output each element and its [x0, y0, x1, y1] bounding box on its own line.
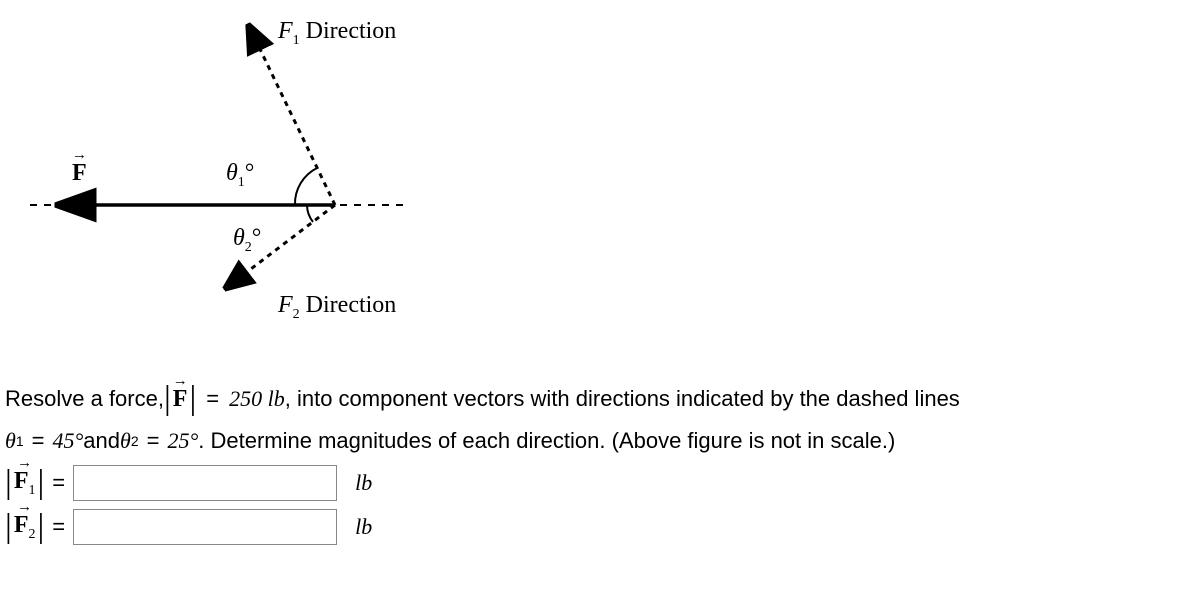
f1-magnitude-input[interactable] [73, 465, 337, 501]
f1-input-row: | F1 | = lb [5, 464, 1200, 502]
f2-input-row: | F2 | = lb [5, 508, 1200, 546]
unit-lb-1: lb [355, 470, 372, 496]
f2-magnitude-input[interactable] [73, 509, 337, 545]
force-magnitude-value: 250 lb [229, 386, 285, 412]
text-resolve: Resolve a force, [5, 386, 164, 412]
problem-statement: Resolve a force, | F | = 250 lb , into c… [5, 380, 1200, 552]
f-vector-label: F [72, 160, 87, 187]
force-diagram: F F1 Direction F2 Direction θ1° θ2° [30, 10, 500, 340]
text-into: , into component vectors with directions… [285, 386, 960, 412]
text-determine: . Determine magnitudes of each direction… [198, 428, 895, 454]
f2-direction-label: F2 Direction [278, 292, 396, 323]
f1-direction-label: F1 Direction [278, 18, 396, 49]
theta1-value: 45° [52, 428, 83, 454]
theta2-label: θ2° [233, 225, 261, 256]
unit-lb-2: lb [355, 514, 372, 540]
theta2-value: 25° [167, 428, 198, 454]
theta1-label: θ1° [226, 160, 254, 191]
